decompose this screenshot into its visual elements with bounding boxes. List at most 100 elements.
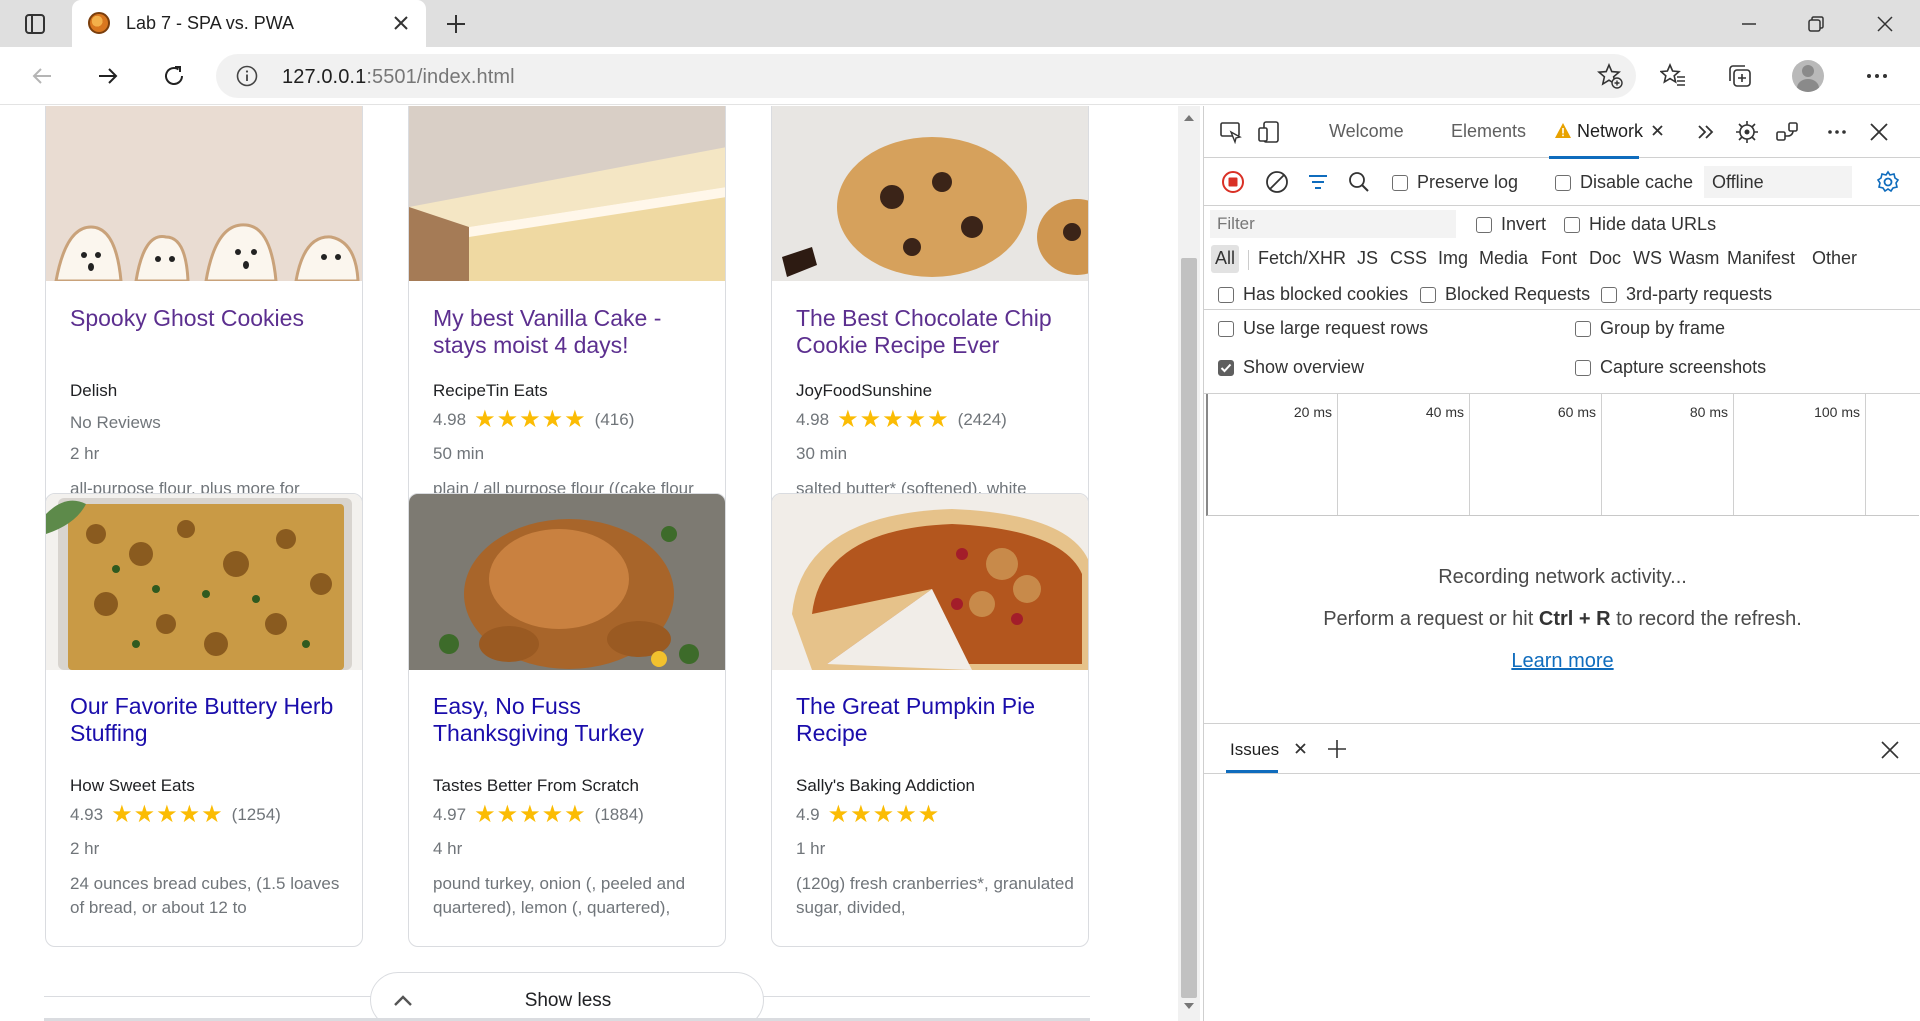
preserve-log-checkbox[interactable]: Preserve log xyxy=(1392,172,1518,193)
recipe-title-link[interactable]: Easy, No Fuss Thanksgiving Turkey xyxy=(433,693,713,747)
url-input[interactable]: 127.0.0.1:5501/index.html xyxy=(216,54,1636,98)
browser-tab[interactable]: Lab 7 - SPA vs. PWA xyxy=(72,0,426,47)
close-window-button[interactable] xyxy=(1856,0,1914,47)
recipe-card[interactable]: Our Favorite Buttery Herb Stuffing How S… xyxy=(45,493,363,947)
recipe-title-link[interactable]: My best Vanilla Cake - stays moist 4 day… xyxy=(433,305,713,359)
show-less-label: Show less xyxy=(524,990,612,1011)
tab-actions-button[interactable] xyxy=(13,10,57,38)
type-filter-ws[interactable]: WS xyxy=(1629,245,1666,273)
show-less-button[interactable]: Show less xyxy=(370,972,764,1021)
filter-input[interactable]: Filter xyxy=(1210,210,1456,238)
checkbox-box[interactable] xyxy=(1392,174,1408,191)
checkbox-box[interactable] xyxy=(1555,174,1571,191)
checkbox-box[interactable] xyxy=(1420,286,1436,303)
add-drawer-tab-button[interactable] xyxy=(1322,734,1352,764)
recipe-title-link[interactable]: Spooky Ghost Cookies xyxy=(70,305,350,332)
checkbox-label: Has blocked cookies xyxy=(1243,284,1409,304)
checkbox-box-checked[interactable] xyxy=(1218,359,1234,376)
type-filter-js[interactable]: JS xyxy=(1353,245,1382,273)
divider xyxy=(1248,250,1249,270)
restore-button[interactable] xyxy=(1787,0,1845,47)
plus-icon xyxy=(447,15,465,33)
timeline-gridline xyxy=(1601,394,1602,515)
type-filter-css[interactable]: CSS xyxy=(1386,245,1431,273)
tab-welcome[interactable]: Welcome xyxy=(1329,121,1404,142)
new-tab-button[interactable] xyxy=(440,9,472,39)
type-filter-img[interactable]: Img xyxy=(1434,245,1472,273)
recipe-card[interactable]: The Best Chocolate Chip Cookie Recipe Ev… xyxy=(771,106,1089,552)
blocked-requests-checkbox[interactable]: Blocked Requests xyxy=(1420,284,1590,305)
close-tab-button[interactable] xyxy=(1647,118,1667,142)
recipe-card[interactable]: The Great Pumpkin Pie Recipe Sally's Bak… xyxy=(771,493,1089,947)
record-button[interactable] xyxy=(1216,165,1250,199)
third-party-requests-checkbox[interactable]: 3rd-party requests xyxy=(1601,284,1772,305)
scroll-up-icon[interactable] xyxy=(1183,114,1195,122)
learn-more-link[interactable]: Learn more xyxy=(1204,650,1920,673)
filter-toggle-button[interactable] xyxy=(1301,165,1335,199)
recipe-card[interactable]: My best Vanilla Cake - stays moist 4 day… xyxy=(408,106,726,552)
invert-checkbox[interactable]: Invert xyxy=(1476,214,1546,235)
minimize-button[interactable] xyxy=(1720,0,1778,47)
profile-avatar[interactable] xyxy=(1792,60,1824,92)
close-issues-tab-button[interactable] xyxy=(1288,736,1312,760)
scroll-down-icon[interactable] xyxy=(1183,1002,1195,1010)
type-filter-all[interactable]: All xyxy=(1211,245,1240,273)
collections-button[interactable] xyxy=(1720,56,1760,96)
large-request-rows-checkbox[interactable]: Use large request rows xyxy=(1218,318,1428,339)
inspect-element-button[interactable] xyxy=(1214,115,1248,149)
customize-devtools-button[interactable] xyxy=(1820,115,1854,149)
close-tab-button[interactable] xyxy=(386,9,416,37)
type-filter-wasm[interactable]: Wasm xyxy=(1665,245,1723,273)
type-filter-other[interactable]: Other xyxy=(1808,245,1861,273)
connect-device-button[interactable] xyxy=(1770,115,1804,149)
recipe-title-link[interactable]: Our Favorite Buttery Herb Stuffing xyxy=(70,693,350,747)
network-settings-button[interactable] xyxy=(1871,165,1905,199)
checkbox-box[interactable] xyxy=(1476,216,1492,233)
site-info-icon[interactable] xyxy=(236,65,258,87)
tab-elements[interactable]: Elements xyxy=(1451,121,1526,142)
hide-data-urls-checkbox[interactable]: Hide data URLs xyxy=(1564,214,1716,235)
type-filter-doc[interactable]: Doc xyxy=(1585,245,1625,273)
page-scrollbar[interactable] xyxy=(1178,106,1200,1021)
capture-screenshots-checkbox[interactable]: Capture screenshots xyxy=(1575,357,1766,378)
scrollbar-thumb[interactable] xyxy=(1181,258,1197,998)
settings-more-button[interactable] xyxy=(1857,56,1897,96)
type-filter-font[interactable]: Font xyxy=(1537,245,1581,273)
performance-insights-button[interactable] xyxy=(1730,115,1764,149)
close-devtools-button[interactable] xyxy=(1862,115,1896,149)
group-by-frame-checkbox[interactable]: Group by frame xyxy=(1575,318,1725,339)
type-filter-media[interactable]: Media xyxy=(1475,245,1532,273)
device-emulation-button[interactable] xyxy=(1252,115,1286,149)
more-tabs-button[interactable] xyxy=(1689,115,1723,149)
clear-button[interactable] xyxy=(1260,165,1294,199)
close-drawer-button[interactable] xyxy=(1876,736,1904,764)
back-button[interactable] xyxy=(22,56,62,96)
has-blocked-cookies-checkbox[interactable]: Has blocked cookies xyxy=(1218,284,1408,305)
tab-issues[interactable]: Issues xyxy=(1230,740,1279,760)
checkbox-box[interactable] xyxy=(1218,286,1234,303)
type-filter-fetch-xhr[interactable]: Fetch/XHR xyxy=(1254,245,1350,273)
search-button[interactable] xyxy=(1342,165,1376,199)
recipe-card[interactable]: Easy, No Fuss Thanksgiving Turkey Tastes… xyxy=(408,493,726,947)
checkbox-box[interactable] xyxy=(1218,320,1234,337)
checkbox-box[interactable] xyxy=(1601,286,1617,303)
tab-network[interactable]: Network xyxy=(1549,106,1669,159)
checkbox-box[interactable] xyxy=(1564,216,1580,233)
network-overview-timeline[interactable]: 20 ms 40 ms 60 ms 80 ms 100 ms xyxy=(1206,394,1919,516)
checkbox-box[interactable] xyxy=(1575,320,1591,337)
throttling-select[interactable]: Offline xyxy=(1704,166,1852,198)
type-filter-manifest[interactable]: Manifest xyxy=(1723,245,1799,273)
arrow-right-icon xyxy=(99,68,118,84)
disable-cache-checkbox[interactable]: Disable cache xyxy=(1555,172,1693,193)
checkbox-label: Preserve log xyxy=(1417,172,1519,192)
recipe-card[interactable]: Spooky Ghost Cookies Delish No Reviews 2… xyxy=(45,106,363,552)
blocked-filters-row: Has blocked cookies Blocked Requests 3rd… xyxy=(1204,276,1920,310)
add-favorite-button[interactable] xyxy=(1594,60,1626,92)
refresh-button[interactable] xyxy=(154,56,194,96)
recipe-title-link[interactable]: The Best Chocolate Chip Cookie Recipe Ev… xyxy=(796,305,1076,359)
show-overview-checkbox[interactable]: Show overview xyxy=(1218,357,1364,378)
recipe-title-link[interactable]: The Great Pumpkin Pie Recipe xyxy=(796,693,1076,747)
checkbox-box[interactable] xyxy=(1575,359,1591,376)
forward-button[interactable] xyxy=(88,56,128,96)
favorites-button[interactable] xyxy=(1653,56,1693,96)
